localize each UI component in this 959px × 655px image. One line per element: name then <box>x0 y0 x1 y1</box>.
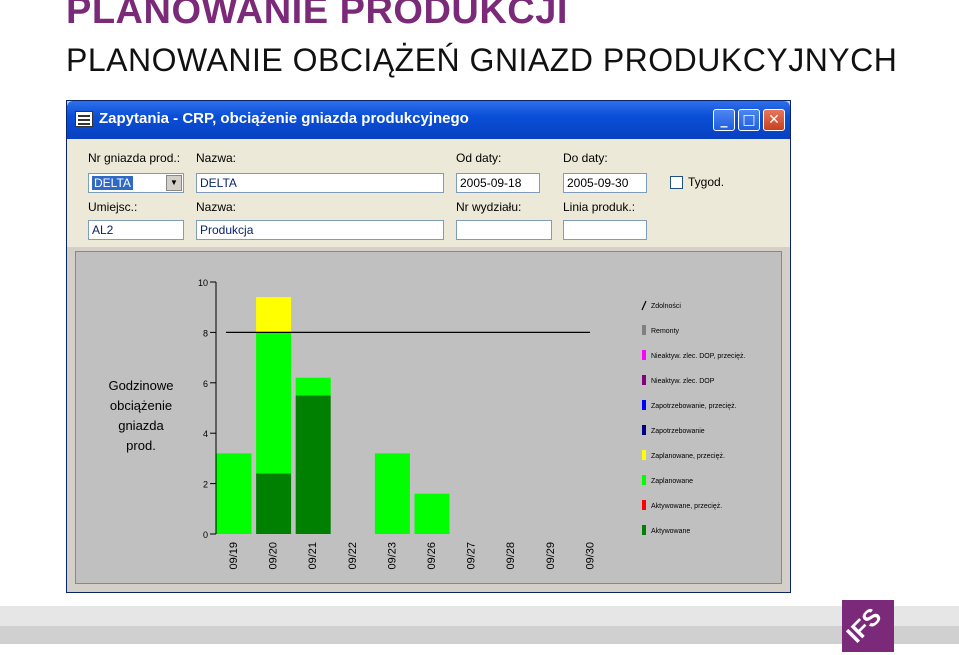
y-tick-label: 6 <box>203 379 208 389</box>
x-tick-label: 09/20 <box>268 542 280 570</box>
legend-label: Aktywowane, przecięż. <box>651 503 722 510</box>
y-tick-label: 2 <box>203 480 208 490</box>
load-chart-panel: Godzinowe obciążenie gniazda prod. 0 2 4 6 8 10 0… <box>75 251 782 584</box>
y-tick-label: 0 <box>203 530 208 540</box>
bar-segment <box>216 453 252 534</box>
location-name-label: Nazwa: <box>196 200 237 214</box>
bar-segment <box>374 453 410 534</box>
legend-label: Nieaktyw. zlec. DOP <box>651 378 715 385</box>
legend-label: Nieaktyw. zlec. DOP, przecięż. <box>651 353 745 360</box>
minimize-button[interactable]: _ <box>713 109 735 131</box>
chart-ylabel-line: obciążenie <box>110 398 172 413</box>
location-field[interactable]: AL2 <box>88 220 184 240</box>
bar-segment <box>295 377 331 396</box>
x-tick-label: 09/19 <box>228 542 240 570</box>
legend-label: Remonty <box>651 328 680 335</box>
y-tick-label: 8 <box>203 328 208 338</box>
legend-marker <box>642 475 646 485</box>
load-chart: Godzinowe obciążenie gniazda prod. 0 2 4 6 8 10 0… <box>108 278 745 570</box>
ifs-logo: IFS <box>842 600 894 652</box>
x-tick-label: 09/22 <box>347 542 359 570</box>
legend-label: Zdolności <box>651 303 681 310</box>
department-label: Nr wydziału: <box>456 200 522 214</box>
bar-segment <box>256 332 292 474</box>
bar-segment <box>256 473 292 534</box>
chart-ylabel: Godzinowe obciążenie gniazda prod. <box>108 378 173 453</box>
x-tick-label: 09/23 <box>386 542 398 570</box>
x-tick-label: 09/26 <box>426 542 438 570</box>
to-date-label: Do daty: <box>563 151 608 165</box>
close-button[interactable]: ✕ <box>763 109 785 131</box>
footer-band-lower <box>0 626 959 644</box>
legend-marker <box>642 375 646 385</box>
x-tick-label: 09/28 <box>505 542 517 570</box>
y-tick-label: 10 <box>198 278 208 288</box>
legend-marker <box>642 425 646 435</box>
chevron-down-icon[interactable]: ▼ <box>166 175 182 191</box>
legend-marker <box>642 350 646 360</box>
query-form: Nr gniazda prod.: DELTA ▼ Nazwa: DELTA O… <box>67 139 790 247</box>
bar-segment <box>295 395 331 534</box>
x-tick-label: 09/21 <box>307 542 319 570</box>
slide-title: PLANOWANIE PRODUKCJI <box>66 0 568 32</box>
legend-marker <box>641 300 647 311</box>
chart-ylabel-line: Godzinowe <box>108 378 173 393</box>
legend-label: Zapotrzebowanie <box>651 428 705 435</box>
location-name-field[interactable]: Produkcja <box>196 220 444 240</box>
production-line-label: Linia produk.: <box>563 200 636 214</box>
chart-ylabel-line: prod. <box>126 438 156 453</box>
legend-marker <box>642 500 646 510</box>
maximize-button[interactable]: □ <box>738 109 760 131</box>
legend-marker <box>642 525 646 535</box>
legend-label: Aktywowane <box>651 528 690 535</box>
name-field[interactable]: DELTA <box>196 173 444 193</box>
to-date-field[interactable]: 2005-09-30 <box>563 173 647 193</box>
window-title: Zapytania - CRP, obciążenie gniazda prod… <box>99 110 469 127</box>
location-label: Umiejsc.: <box>88 200 138 214</box>
legend-marker <box>642 325 646 335</box>
ifs-logo-text: IFS <box>842 602 888 649</box>
y-tick-label: 4 <box>203 429 208 439</box>
work-center-combo[interactable]: DELTA ▼ <box>88 173 184 193</box>
production-line-field[interactable] <box>563 220 647 240</box>
slide-subtitle: PLANOWANIE OBCIĄŻEŃ GNIAZD PRODUKCYJNYCH <box>66 42 898 78</box>
week-label: Tygod. <box>688 175 725 189</box>
crp-query-window: Zapytania - CRP, obciążenie gniazda prod… <box>66 100 791 593</box>
legend-label: Zaplanowane <box>651 478 693 485</box>
x-tick-label: 09/29 <box>545 542 557 570</box>
x-tick-label: 09/30 <box>584 542 596 570</box>
from-date-label: Od daty: <box>456 151 502 165</box>
bar-segment <box>256 297 292 333</box>
app-window-icon <box>75 111 93 127</box>
x-tick-label: 09/27 <box>466 542 478 570</box>
window-titlebar[interactable]: Zapytania - CRP, obciążenie gniazda prod… <box>67 101 790 139</box>
name-label: Nazwa: <box>196 151 237 165</box>
legend-label: Zaplanowane, przecięż. <box>651 453 725 460</box>
bar-segment <box>414 493 450 534</box>
chart-ylabel-line: gniazda <box>118 418 164 433</box>
week-checkbox[interactable] <box>670 176 683 189</box>
work-center-value: DELTA <box>92 176 133 190</box>
legend-marker <box>642 400 646 410</box>
legend-label: Zapotrzebowanie, przecięż. <box>651 403 737 410</box>
department-field[interactable] <box>456 220 552 240</box>
from-date-field[interactable]: 2005-09-18 <box>456 173 540 193</box>
work-center-label: Nr gniazda prod.: <box>88 151 181 165</box>
footer-band <box>0 606 959 626</box>
legend-marker <box>642 450 646 460</box>
